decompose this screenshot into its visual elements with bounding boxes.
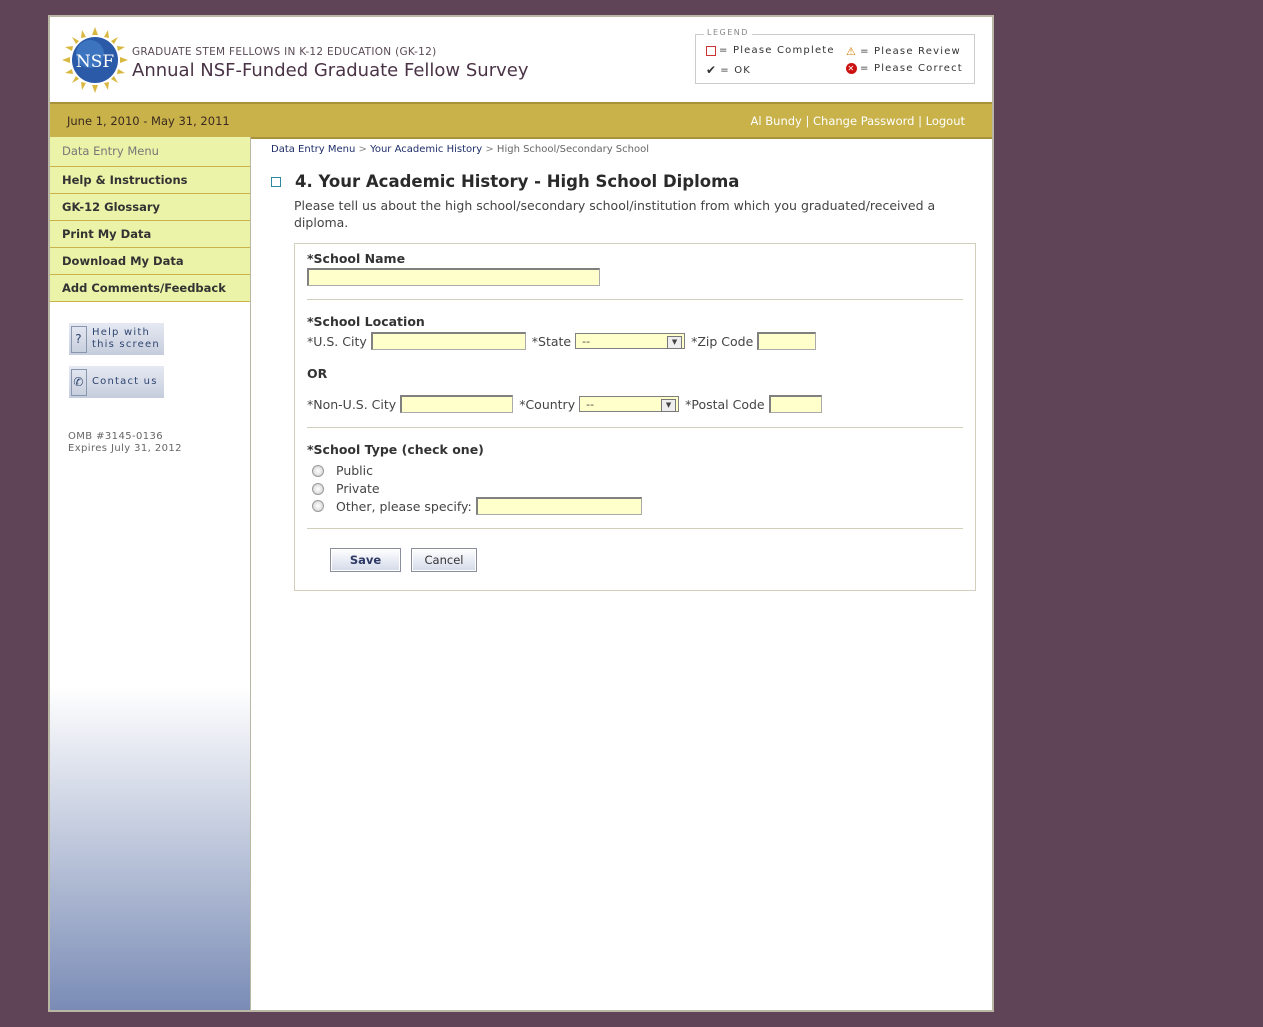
divider (307, 299, 963, 300)
sidebar-item-print[interactable]: Print My Data (50, 221, 250, 248)
school-type-label: *School Type (check one) (307, 442, 484, 457)
contact-us-button[interactable]: ✆ Contact us (69, 366, 164, 398)
separator: | (918, 114, 922, 128)
school-name-label: *School Name (307, 251, 406, 266)
zip-code-label: *Zip Code (691, 333, 754, 349)
sidebar-item-download[interactable]: Download My Data (50, 248, 250, 275)
school-name-input[interactable] (307, 268, 600, 286)
error-icon: ✕ (846, 63, 857, 74)
cancel-button[interactable]: Cancel (411, 548, 477, 572)
us-city-input[interactable] (370, 332, 526, 350)
legend: LEGEND = Please Complete ⚠ = Please Revie… (695, 28, 975, 84)
legend-please-complete: = Please Complete (706, 45, 835, 56)
breadcrumb-data-entry-menu[interactable]: Data Entry Menu (271, 144, 355, 155)
country-select[interactable]: -- ▼ (579, 396, 680, 412)
omb-number: OMB #3145-0136 (68, 431, 164, 442)
user-name-link[interactable]: Al Bundy (751, 114, 802, 128)
breadcrumb-academic-history[interactable]: Your Academic History (370, 144, 482, 155)
private-radio[interactable] (312, 482, 324, 495)
contact-label: Contact us (92, 376, 158, 387)
non-us-city-input[interactable] (400, 395, 514, 413)
sidebar-item-data-entry-menu[interactable]: Data Entry Menu (50, 137, 250, 167)
empty-box-icon (706, 45, 716, 56)
separator: | (805, 114, 810, 128)
legend-title: LEGEND (704, 28, 752, 37)
other-radio[interactable] (312, 500, 324, 512)
top-bar: June 1, 2010 - May 31, 2011 Al Bundy | C… (50, 102, 992, 139)
sidebar-item-glossary[interactable]: GK-12 Glossary (50, 194, 250, 221)
legend-please-review: ⚠ = Please Review (846, 45, 961, 58)
omb-expiry: Expires July 31, 2012 (68, 443, 182, 454)
program-subtitle: GRADUATE STEM FELLOWS IN K-12 EDUCATION … (132, 46, 437, 58)
breadcrumb-current: High School/Secondary School (496, 144, 649, 155)
change-password-link[interactable]: Change Password (813, 114, 914, 128)
omb-info: OMB #3145-0136 Expires July 31, 2012 (68, 431, 182, 455)
main-content: Data Entry Menu > Your Academic History … (251, 137, 992, 1010)
survey-title: Annual NSF-Funded Graduate Fellow Survey (132, 60, 529, 81)
logout-link[interactable]: Logout (926, 114, 965, 128)
help-screen-button[interactable]: ? Help with this screen (69, 323, 164, 355)
school-form: *School Name *School Location *U.S. City… (294, 243, 976, 591)
sidebar: Data Entry Menu Help & Instructions GK-1… (50, 137, 251, 1010)
legend-ok: ✔ = OK (706, 63, 752, 77)
breadcrumb: Data Entry Menu > Your Academic History … (271, 144, 649, 155)
save-button[interactable]: Save (330, 548, 401, 572)
country-label: *Country (519, 396, 576, 412)
user-links: Al Bundy | Change Password | Logout (751, 114, 965, 128)
public-radio[interactable] (312, 464, 324, 477)
radio-label: Public (336, 463, 373, 478)
breadcrumb-sep: > (358, 144, 367, 155)
other-specify-input[interactable] (475, 497, 642, 515)
legend-please-correct: ✕ = Please Correct (846, 63, 963, 74)
empty-box-icon (271, 176, 281, 187)
page-frame: NSF GRADUATE STEM FELLOWS IN K-12 EDUCAT… (48, 15, 994, 1012)
chevron-down-icon: ▼ (667, 336, 683, 349)
svg-text:NSF: NSF (76, 52, 115, 72)
postal-code-label: *Postal Code (685, 396, 765, 412)
help-line2: this screen (92, 339, 160, 350)
phone-icon: ✆ (71, 369, 87, 396)
nsf-logo: NSF (62, 27, 128, 93)
header: NSF GRADUATE STEM FELLOWS IN K-12 EDUCAT… (50, 17, 992, 102)
radio-public[interactable]: Public (312, 463, 373, 478)
divider (307, 427, 963, 428)
question-icon: ? (71, 326, 87, 353)
chevron-down-icon: ▼ (661, 399, 677, 412)
postal-code-input[interactable] (768, 395, 822, 413)
checkmark-icon: ✔ (706, 63, 718, 77)
intro-text: Please tell us about the high school/sec… (294, 198, 936, 230)
page-title: 4. Your Academic History - High School D… (271, 172, 739, 191)
help-line1: Help with (92, 327, 150, 338)
sidebar-item-comments[interactable]: Add Comments/Feedback (50, 275, 250, 302)
zip-code-input[interactable] (757, 332, 817, 350)
state-select[interactable]: -- ▼ (575, 333, 686, 349)
radio-private[interactable]: Private (312, 481, 380, 496)
breadcrumb-sep: > (485, 144, 494, 155)
survey-period: June 1, 2010 - May 31, 2011 (67, 114, 230, 128)
state-label: *State (531, 333, 572, 349)
non-us-city-label: *Non-U.S. City (307, 396, 397, 412)
divider (307, 528, 963, 529)
or-label: OR (307, 366, 328, 381)
radio-other[interactable]: Other, please specify: (312, 497, 642, 515)
sidebar-item-help[interactable]: Help & Instructions (50, 167, 250, 194)
school-location-label: *School Location (307, 314, 425, 329)
us-city-label: *U.S. City (307, 333, 367, 349)
warning-icon: ⚠ (846, 45, 858, 58)
radio-label: Other, please specify: (336, 498, 472, 514)
radio-label: Private (336, 481, 380, 496)
